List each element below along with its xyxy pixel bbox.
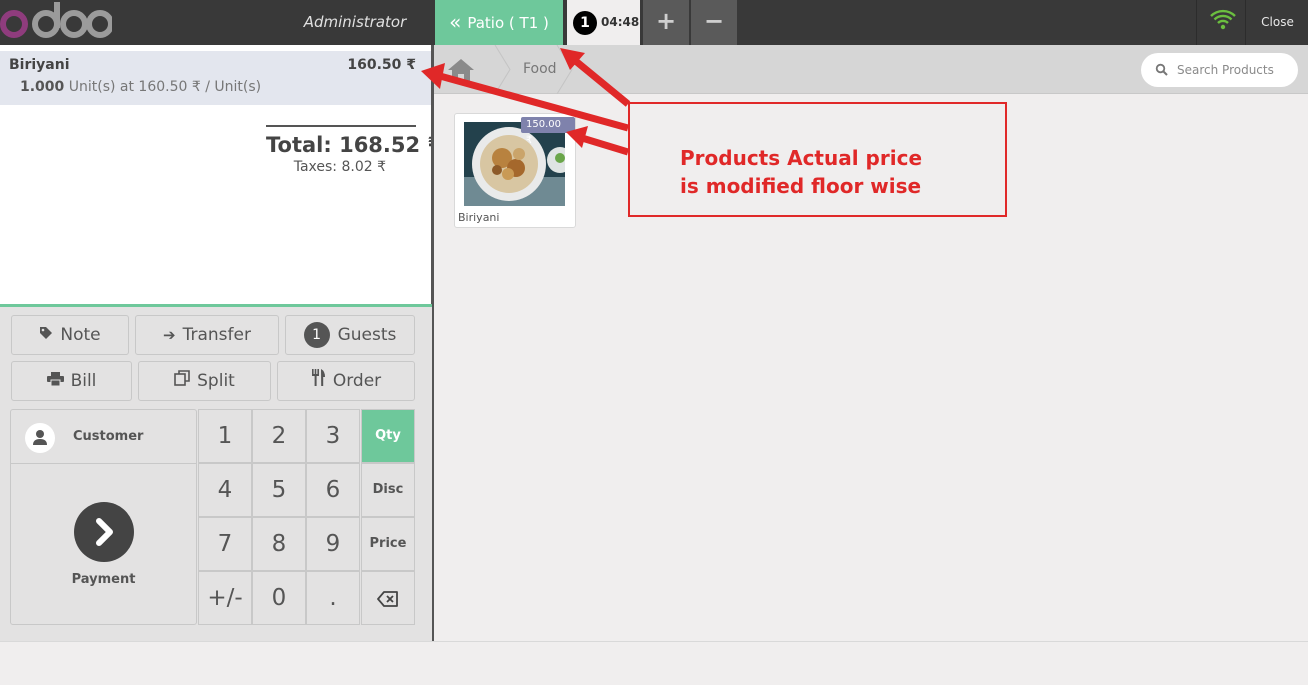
numpad-key-8[interactable]: 8 [252,517,306,571]
numpad-key-6[interactable]: 6 [306,463,360,517]
home-icon[interactable] [446,57,476,83]
wifi-icon [1210,9,1236,30]
product-name: Biriyani [458,211,500,224]
customer-button[interactable]: Customer [11,410,196,464]
product-image [464,122,565,206]
numpad-key-0[interactable]: 0 [252,571,306,625]
order-button[interactable]: Order [277,361,415,401]
cutlery-icon [311,362,326,400]
tag-icon [39,316,53,354]
numpad-key-9[interactable]: 9 [306,517,360,571]
printer-icon [46,362,64,400]
order-label: Order [332,371,382,391]
odoo-logo [0,2,112,38]
disc-mode-button[interactable]: Disc [361,463,415,517]
order-time: 04:48 [601,15,640,29]
order-total: Total: 168.52 ₹ [266,133,443,157]
numpad: 1 2 3 Qty 4 5 6 Disc 7 8 9 Price +/- 0 . [198,409,415,626]
order-number-badge: 1 [573,11,597,35]
add-order-button[interactable]: + [643,0,689,45]
user-icon [25,423,55,453]
customer-label: Customer [73,429,144,444]
order-taxes: Taxes: 8.02 ₹ [293,159,386,175]
note-button[interactable]: Note [11,315,129,355]
numpad-key-dot[interactable]: . [306,571,360,625]
double-chevron-left-icon: « [449,10,462,34]
order-line[interactable]: Biriyani 160.50 ₹ 1.000 Unit(s) at 160.5… [0,51,432,105]
back-to-floor-button[interactable]: « Patio ( T1 ) [435,0,563,45]
close-button[interactable]: Close [1247,0,1308,45]
order-line-qty: 1.000 [20,79,65,95]
product-price-tag: 150.00 ₹ [521,117,575,146]
annotation-text: Products Actual price is modified floor … [680,144,922,200]
guests-label: Guests [337,325,397,345]
numpad-key-4[interactable]: 4 [198,463,252,517]
order-line-info: 1.000 Unit(s) at 160.50 ₹ / Unit(s) [20,79,261,95]
bill-label: Bill [70,371,97,391]
action-pad: Customer Payment [10,409,197,625]
bottom-bar [0,641,1308,685]
numpad-key-1[interactable]: 1 [198,409,252,463]
order-summary: Total: 168.52 ₹ Taxes: 8.02 ₹ [266,125,443,175]
chevron-right-icon [74,502,134,562]
search-input[interactable] [1177,53,1295,87]
backspace-icon [377,590,398,607]
transfer-button[interactable]: ➔ Transfer [135,315,279,355]
copy-icon [174,362,190,400]
payment-label: Payment [71,572,136,587]
remove-order-button[interactable]: − [691,0,737,45]
guests-button[interactable]: 1 Guests [285,315,415,355]
numpad-key-3[interactable]: 3 [306,409,360,463]
order-tab[interactable]: 1 04:48 [567,0,640,45]
connection-status[interactable] [1196,0,1246,45]
user-name: Administrator [303,13,407,31]
annotation-line-1: Products Actual price [680,146,923,170]
annotation-line-2: is modified floor wise [680,174,922,198]
backspace-button[interactable] [361,571,415,625]
top-bar: Administrator «Patio ( T1 ) 1 04:48 + − … [0,0,1308,45]
transfer-label: Transfer [182,325,251,345]
numpad-key-5[interactable]: 5 [252,463,306,517]
qty-mode-button[interactable]: Qty [361,409,415,463]
numpad-key-7[interactable]: 7 [198,517,252,571]
order-line-price: 160.50 ₹ [347,57,416,73]
breadcrumb: Food [434,45,1308,94]
guests-count: 1 [303,322,330,348]
breadcrumb-separator [494,45,511,94]
annotation-callout: Products Actual price is modified floor … [628,102,1007,217]
bill-button[interactable]: Bill [11,361,132,401]
search-box[interactable] [1141,53,1298,87]
split-button[interactable]: Split [138,361,271,401]
price-mode-button[interactable]: Price [361,517,415,571]
arrow-right-icon: ➔ [163,326,176,344]
product-card[interactable]: 150.00 ₹ Biriyani [454,113,576,228]
breadcrumb-separator [556,45,573,94]
split-label: Split [197,371,235,391]
numpad-key-2[interactable]: 2 [252,409,306,463]
order-line-unit-info: Unit(s) at 160.50 ₹ / Unit(s) [68,79,262,95]
note-label: Note [60,325,101,345]
order-line-product: Biriyani [9,57,70,73]
floor-table-label: Patio ( T1 ) [467,14,549,32]
numpad-key-plus-minus[interactable]: +/- [198,571,252,625]
search-icon [1155,63,1168,76]
